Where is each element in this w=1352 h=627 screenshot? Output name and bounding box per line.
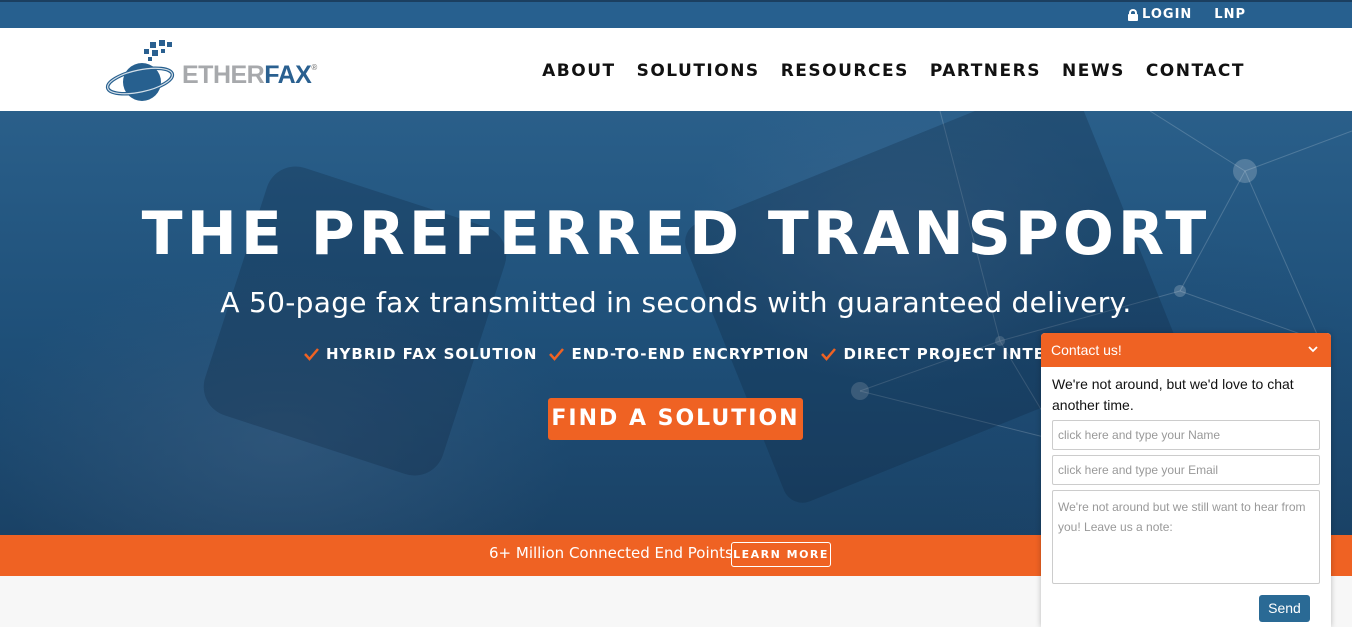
- chevron-down-icon[interactable]: [1307, 343, 1319, 355]
- site-header: ETHERFAX® ABOUT SOLUTIONS RESOURCES PART…: [0, 28, 1352, 111]
- feature-item: HYBRID FAX SOLUTION: [304, 345, 537, 363]
- nav-resources[interactable]: RESOURCES: [781, 61, 909, 81]
- nav-solutions[interactable]: SOLUTIONS: [637, 61, 760, 81]
- send-button[interactable]: Send: [1259, 595, 1310, 622]
- note-textarea[interactable]: [1052, 490, 1320, 584]
- name-input[interactable]: [1052, 420, 1320, 450]
- nav-news[interactable]: NEWS: [1062, 61, 1125, 81]
- feature-list: HYBRID FAX SOLUTION END-TO-END ENCRYPTIO…: [304, 345, 1127, 363]
- feature-label: HYBRID FAX SOLUTION: [326, 345, 538, 363]
- nav-about[interactable]: ABOUT: [542, 61, 615, 81]
- feature-item: END-TO-END ENCRYPTION: [549, 345, 809, 363]
- hero-title: THE PREFERRED TRANSPORT: [141, 199, 1211, 269]
- chat-header[interactable]: Contact us!: [1041, 333, 1331, 367]
- nav-partners[interactable]: PARTNERS: [930, 61, 1041, 81]
- top-utility-bar: LOGIN LNP: [0, 0, 1352, 28]
- learn-more-button[interactable]: LEARN MORE: [731, 542, 831, 567]
- globe-logo-icon: [105, 40, 175, 101]
- login-label: LOGIN: [1142, 7, 1193, 22]
- lock-icon: [1128, 8, 1139, 21]
- banner-message: 6+ Million Connected End Points: [489, 544, 733, 562]
- top-links: LOGIN LNP: [1128, 7, 1246, 22]
- chat-message: We're not around, but we'd love to chat …: [1052, 376, 1294, 413]
- check-icon: [821, 347, 837, 361]
- main-nav: ABOUT SOLUTIONS RESOURCES PARTNERS NEWS …: [542, 61, 1245, 81]
- login-link[interactable]: LOGIN: [1128, 7, 1192, 22]
- hero-subtitle: A 50-page fax transmitted in seconds wit…: [220, 286, 1132, 319]
- find-solution-button[interactable]: FIND A SOLUTION: [548, 398, 803, 440]
- etherfax-logo[interactable]: ETHERFAX®: [104, 40, 317, 104]
- check-icon: [549, 347, 565, 361]
- feature-label: END-TO-END ENCRYPTION: [571, 345, 810, 363]
- nav-contact[interactable]: CONTACT: [1146, 61, 1245, 81]
- chat-widget: Contact us! We're not around, but we'd l…: [1041, 333, 1331, 627]
- check-icon: [304, 347, 319, 361]
- chat-title: Contact us!: [1051, 342, 1122, 358]
- lnp-link[interactable]: LNP: [1214, 7, 1246, 22]
- email-input[interactable]: [1052, 455, 1320, 485]
- logo-wordmark: ETHERFAX®: [182, 60, 317, 89]
